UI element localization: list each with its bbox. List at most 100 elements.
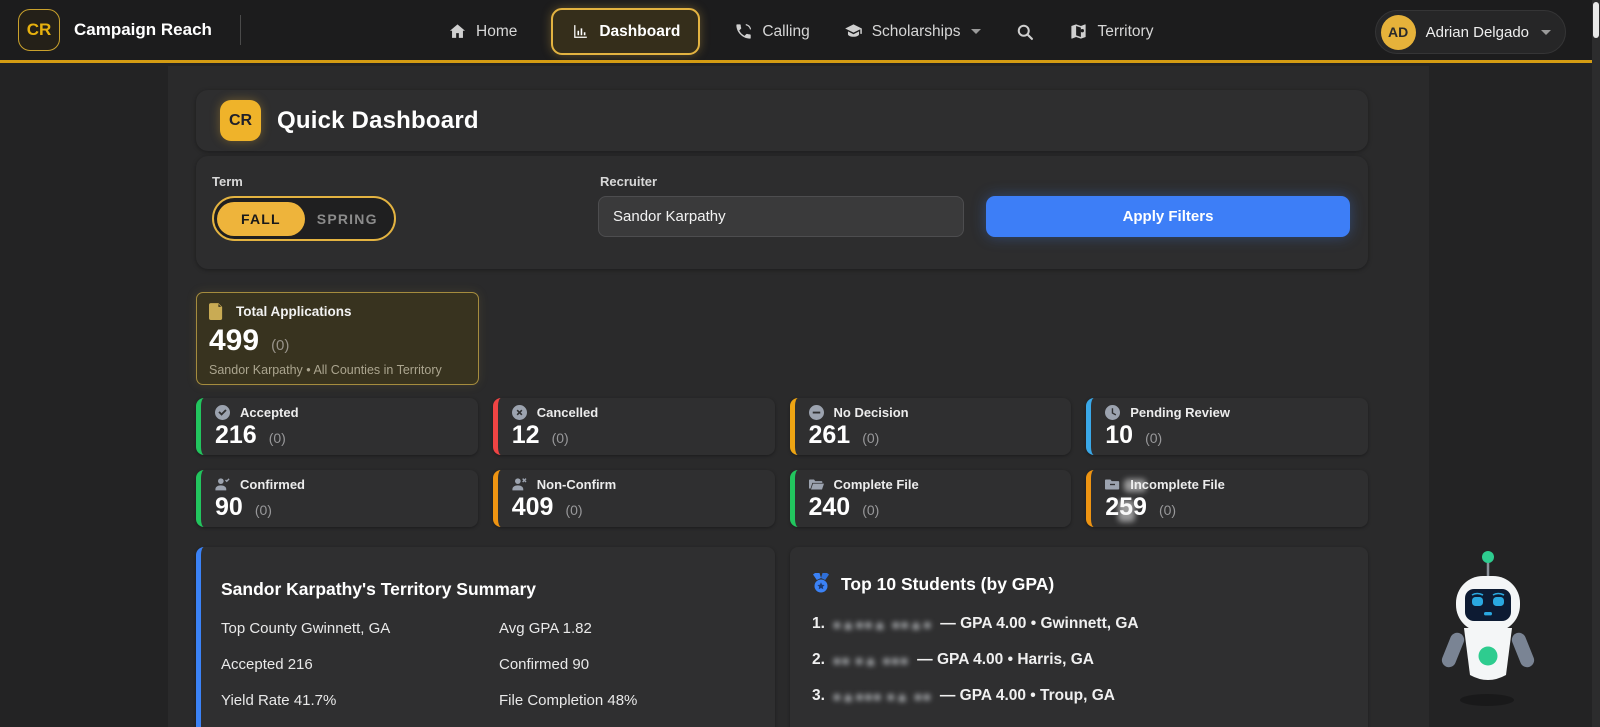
nav-item-label: Home [476,22,518,40]
stat-label: No Decision [833,405,909,420]
search-icon [1018,24,1034,40]
nav-item-scholarships[interactable]: Scholarships [844,22,982,41]
person-check-icon [215,478,230,491]
check-circle-icon [215,405,230,420]
bottom-row: Sandor Karpathy's Territory Summary Top … [196,547,1368,727]
stat-card-cancelled[interactable]: Cancelled 12 (0) [492,398,775,455]
folder-open-icon [808,479,824,490]
stat-card-complete-file[interactable]: Complete File 240 (0) [789,470,1072,527]
stat-value: 12 [511,421,540,449]
avatar: AD [1380,14,1416,50]
student-detail: — GPA 4.00 • Harris, GA [917,651,1094,668]
assistant-robot-mascot[interactable] [1434,548,1544,718]
page: CR Campaign Reach Home Dashboard Calling… [0,0,1600,727]
stat-subcount: (0) [862,430,880,446]
student-name-redacted: ●● ●▲ ●●● [832,652,910,668]
filter-bar: Term FALL SPRING Recruiter Apply Filters [196,156,1368,269]
student-rank: 3. [812,687,825,704]
apply-filters-button[interactable]: Apply Filters [986,196,1350,237]
territory-stat: Avg GPA 1.82 [499,620,592,637]
stat-grid: Accepted 216 (0) Cancelled 12 (0) No Dec… [196,398,1368,527]
person-x-icon [512,478,527,491]
stat-card-non-confirm[interactable]: Non-Confirm 409 (0) [492,470,775,527]
student-name-redacted: ●▲●●▲ ●●▲● [832,616,933,632]
total-applications-subtitle: Sandor Karpathy • All Counties in Territ… [209,363,442,377]
stat-subcount: (0) [1158,502,1177,518]
stat-value: 10 [1105,421,1134,449]
territory-stat: Yield Rate 41.7% [221,692,337,709]
brand[interactable]: CR Campaign Reach [0,9,241,51]
nav-item-label: Scholarships [871,22,961,40]
medal-icon [813,573,829,593]
brand-divider [239,15,241,45]
student-rank: 1. [812,615,825,632]
stat-value: 216 [215,421,257,449]
nav-search-button[interactable] [1015,22,1035,42]
brand-title: Campaign Reach [74,20,212,39]
stat-label: Cancelled [536,405,599,420]
stat-value: 240 [808,493,851,521]
term-label: Term [212,174,243,189]
stat-card-pending-review[interactable]: Pending Review 10 (0) [1086,398,1368,455]
stat-label: Pending Review [1130,405,1230,420]
top-students-title: Top 10 Students (by GPA) [841,573,1055,594]
stat-subcount: (0) [1145,430,1163,446]
recruiter-input[interactable] [598,196,964,237]
territory-stat: File Completion 48% [499,692,638,709]
x-circle-icon [511,405,527,420]
navbar: CR Campaign Reach Home Dashboard Calling… [0,0,1600,63]
home-icon [449,24,466,38]
graduation-cap-icon [844,24,862,37]
student-list-item: 1. ●▲●●▲ ●●▲● — GPA 4.00 • Gwinnett, GA [812,615,1346,633]
chevron-down-icon [1541,29,1551,35]
nav-item-dashboard[interactable]: Dashboard [551,8,701,55]
term-toggle[interactable]: FALL SPRING [212,196,396,241]
nav-item-calling[interactable]: Calling [734,22,810,41]
nav-item-territory[interactable]: Territory [1069,22,1153,41]
stat-card-incomplete-file[interactable]: Incomplete File 259 (0) [1086,470,1368,527]
term-option-spring[interactable]: SPRING [305,202,390,236]
stat-value: 261 [808,421,851,449]
nav-item-home[interactable]: Home [448,22,517,41]
term-option-fall[interactable]: FALL [217,201,305,236]
phone-icon [736,24,752,39]
map-icon [1071,24,1087,39]
recruiter-label: Recruiter [600,174,658,189]
territory-stat: Accepted 216 [221,656,313,673]
stat-label: Non-Confirm [536,477,617,492]
folder-icon [1105,479,1120,490]
total-applications-card[interactable]: Total Applications 499 (0) Sandor Karpat… [196,292,479,385]
stat-subcount: (0) [254,502,272,518]
stat-subcount: (0) [862,502,880,518]
stat-card-accepted[interactable]: Accepted 216 (0) [196,398,478,455]
stat-card-confirmed[interactable]: Confirmed 90 (0) [196,470,478,527]
territory-summary-card: Sandor Karpathy's Territory Summary Top … [196,547,775,727]
student-list-item: 2. ●● ●▲ ●●● — GPA 4.00 • Harris, GA [812,651,1346,669]
scrollbar-thumb[interactable] [1593,2,1599,38]
top-students-card: Top 10 Students (by GPA) 1. ●▲●●▲ ●●▲● —… [790,547,1368,727]
territory-stat: Top County Gwinnett, GA [221,620,391,637]
nav-item-label: Territory [1097,22,1154,40]
dashboard-badge: CR [220,100,261,141]
student-name-redacted: ●▲●●● ●▲ ●● [832,688,932,704]
stat-subcount: (0) [565,502,583,518]
nav-items: Home Dashboard Calling Scholarships Terr… [448,0,1153,63]
stat-value: 409 [511,493,554,521]
brand-logo[interactable]: CR [18,9,60,51]
minus-circle-icon [808,405,824,420]
nav-item-label: Dashboard [599,22,681,40]
dashboard-header: CR Quick Dashboard [196,90,1368,151]
scrollbar[interactable] [1592,0,1600,727]
stat-value: 90 [215,493,243,521]
user-menu[interactable]: AD Adrian Delgado [1374,10,1566,54]
redaction-smudge [1124,479,1147,492]
stat-label: Accepted [240,405,299,420]
document-icon [209,303,223,320]
student-list-item: 3. ●▲●●● ●▲ ●● — GPA 4.00 • Troup, GA [812,687,1346,705]
stat-label: Confirmed [240,477,305,492]
total-applications-subcount: (0) [271,337,290,354]
user-name: Adrian Delgado [1425,23,1529,41]
clock-icon [1105,405,1121,420]
stat-card-no-decision[interactable]: No Decision 261 (0) [789,398,1072,455]
territory-summary-title: Sandor Karpathy's Territory Summary [221,579,537,599]
